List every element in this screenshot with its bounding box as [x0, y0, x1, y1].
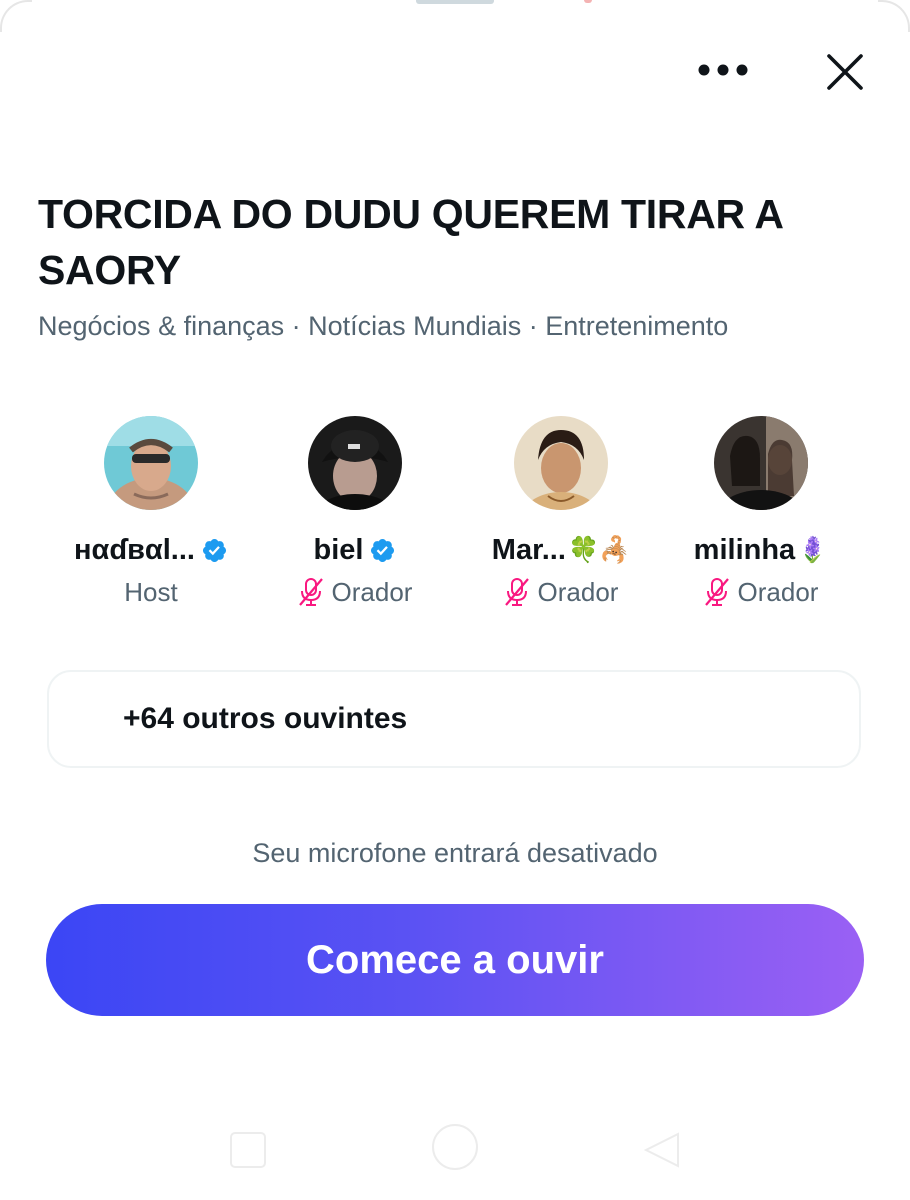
sheet-corner-right: [878, 0, 910, 32]
verified-badge-icon: [202, 538, 226, 562]
close-button[interactable]: [816, 44, 874, 100]
speaker-role-row: Host: [46, 576, 256, 608]
muted-mic-icon: [704, 578, 729, 606]
speaker-item[interactable]: milinha 🪻 Orador: [656, 416, 866, 608]
listeners-button[interactable]: +64 outros ouvintes: [47, 670, 861, 768]
more-options-button[interactable]: [690, 48, 756, 92]
speaker-role: Orador: [331, 576, 413, 607]
space-topics: Negócios & finanças · Notícias Mundiais …: [38, 311, 729, 341]
listeners-count: +64 outros ouvintes: [123, 702, 408, 735]
speaker-name: milinha: [693, 533, 796, 566]
mic-disabled-note: Seu microfone entrará desativado: [252, 838, 658, 868]
avatar-image: [514, 416, 608, 510]
avatar-image: [714, 416, 808, 510]
speaker-role: Orador: [737, 576, 819, 607]
avatar[interactable]: [714, 416, 808, 510]
recents-icon[interactable]: [230, 1132, 266, 1168]
sheet-corner-left: [0, 0, 32, 32]
home-icon[interactable]: [432, 1124, 478, 1170]
avatar[interactable]: [104, 416, 198, 510]
speaker-role-row: Orador: [656, 576, 866, 608]
sheet-top-edge: [0, 0, 910, 40]
verified-badge-icon: [371, 538, 395, 562]
sheet-drag-handle[interactable]: [416, 0, 494, 4]
speaker-name-row: biel: [250, 532, 460, 568]
avatar-image: [104, 416, 198, 510]
speaker-name-row: milinha 🪻: [656, 532, 866, 568]
speakers-list: нαɗвαl... Host biel Orador Mar... 🍀🦂 Ora…: [46, 416, 866, 616]
system-nav-bar: [0, 1110, 910, 1200]
avatar[interactable]: [308, 416, 402, 510]
avatar-image: [308, 416, 402, 510]
speaker-name: Mar...: [491, 533, 566, 566]
avatar[interactable]: [514, 416, 608, 510]
close-icon: [827, 54, 863, 90]
speaker-item[interactable]: нαɗвαl... Host: [46, 416, 256, 608]
muted-mic-icon: [298, 578, 323, 606]
speaker-item[interactable]: Mar... 🍀🦂 Orador: [456, 416, 666, 608]
start-listening-button[interactable]: Comece a ouvir: [46, 904, 864, 1016]
speaker-role-row: Orador: [250, 576, 460, 608]
speaker-role: Host: [124, 576, 178, 607]
muted-mic-icon: [504, 578, 529, 606]
name-emoji: 🍀🦂: [567, 535, 631, 564]
speaker-name: biel: [313, 533, 364, 566]
speaker-name-row: Mar... 🍀🦂: [456, 532, 666, 568]
speaker-name: нαɗвαl...: [74, 533, 195, 566]
more-horizontal-icon: [698, 64, 748, 76]
status-indicator: [584, 0, 592, 3]
speaker-role: Orador: [537, 576, 619, 607]
speaker-name-row: нαɗвαl...: [46, 532, 256, 568]
speaker-role-row: Orador: [456, 576, 666, 608]
speaker-item[interactable]: biel Orador: [250, 416, 460, 608]
back-icon[interactable]: [644, 1132, 680, 1168]
name-emoji: 🪻: [797, 535, 829, 564]
space-title: TORCIDA DO DUDU QUEREM TIRAR A SAORY: [38, 191, 783, 293]
